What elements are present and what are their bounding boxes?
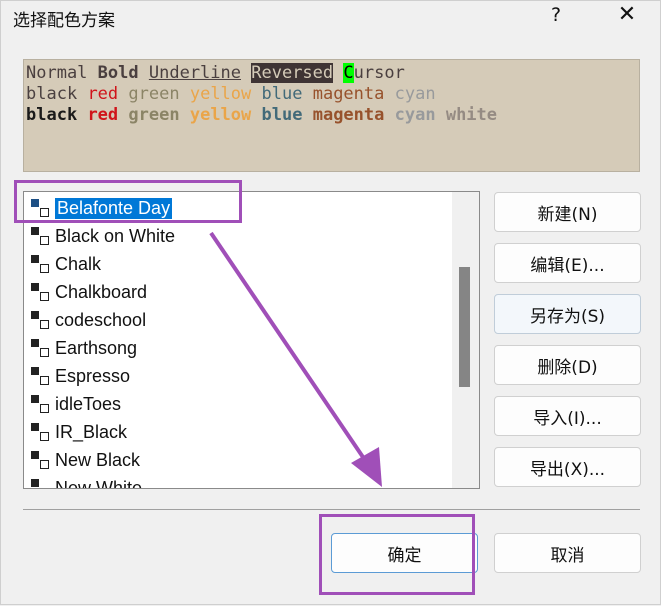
annotation-arrow [209, 231, 382, 487]
